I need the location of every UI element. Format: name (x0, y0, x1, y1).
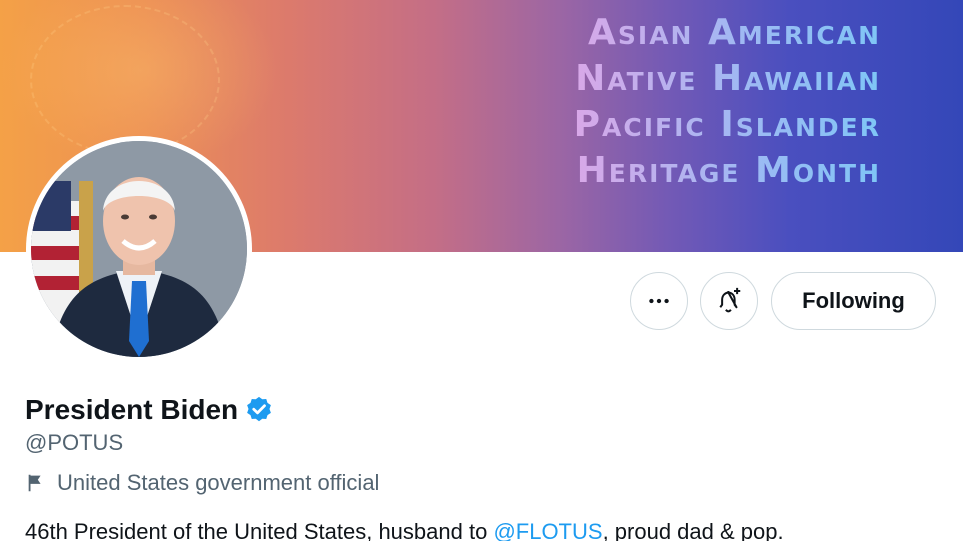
display-name: President Biden (25, 394, 239, 425)
bio-mention-link[interactable]: @FLOTUS (493, 519, 602, 541)
banner-line-1: Asian American (588, 12, 881, 53)
banner-heritage-text: Asian American Native Hawaiian Pacific I… (574, 10, 881, 194)
banner-line-2: Native Hawaiian (575, 58, 881, 99)
banner-line-4: Heritage Month (576, 150, 881, 191)
banner-line-3: Pacific Islander (573, 104, 881, 145)
profile-handle: @POTUS (25, 430, 124, 455)
profile-name-row: President Biden (25, 392, 274, 428)
banner-seal-ring (30, 5, 220, 155)
bio-text-start: 46th President of the United States, hus… (25, 519, 494, 541)
more-horizontal-icon (649, 298, 669, 304)
following-button[interactable]: Following (771, 272, 936, 330)
government-label-text: United States government official (57, 470, 380, 495)
bio-text-end: , proud dad & pop. (602, 519, 784, 541)
flag-icon (28, 474, 41, 492)
notifications-button[interactable] (700, 272, 758, 330)
more-options-button[interactable] (630, 272, 688, 330)
government-label[interactable]: United States government official (25, 470, 379, 496)
profile-bio: 46th President of the United States, hus… (25, 519, 784, 541)
avatar-portrait-graphic (31, 141, 247, 357)
verified-badge-icon[interactable] (244, 395, 274, 425)
avatar[interactable] (26, 136, 252, 362)
avatar-photo (31, 141, 247, 357)
bell-plus-icon (719, 287, 741, 313)
